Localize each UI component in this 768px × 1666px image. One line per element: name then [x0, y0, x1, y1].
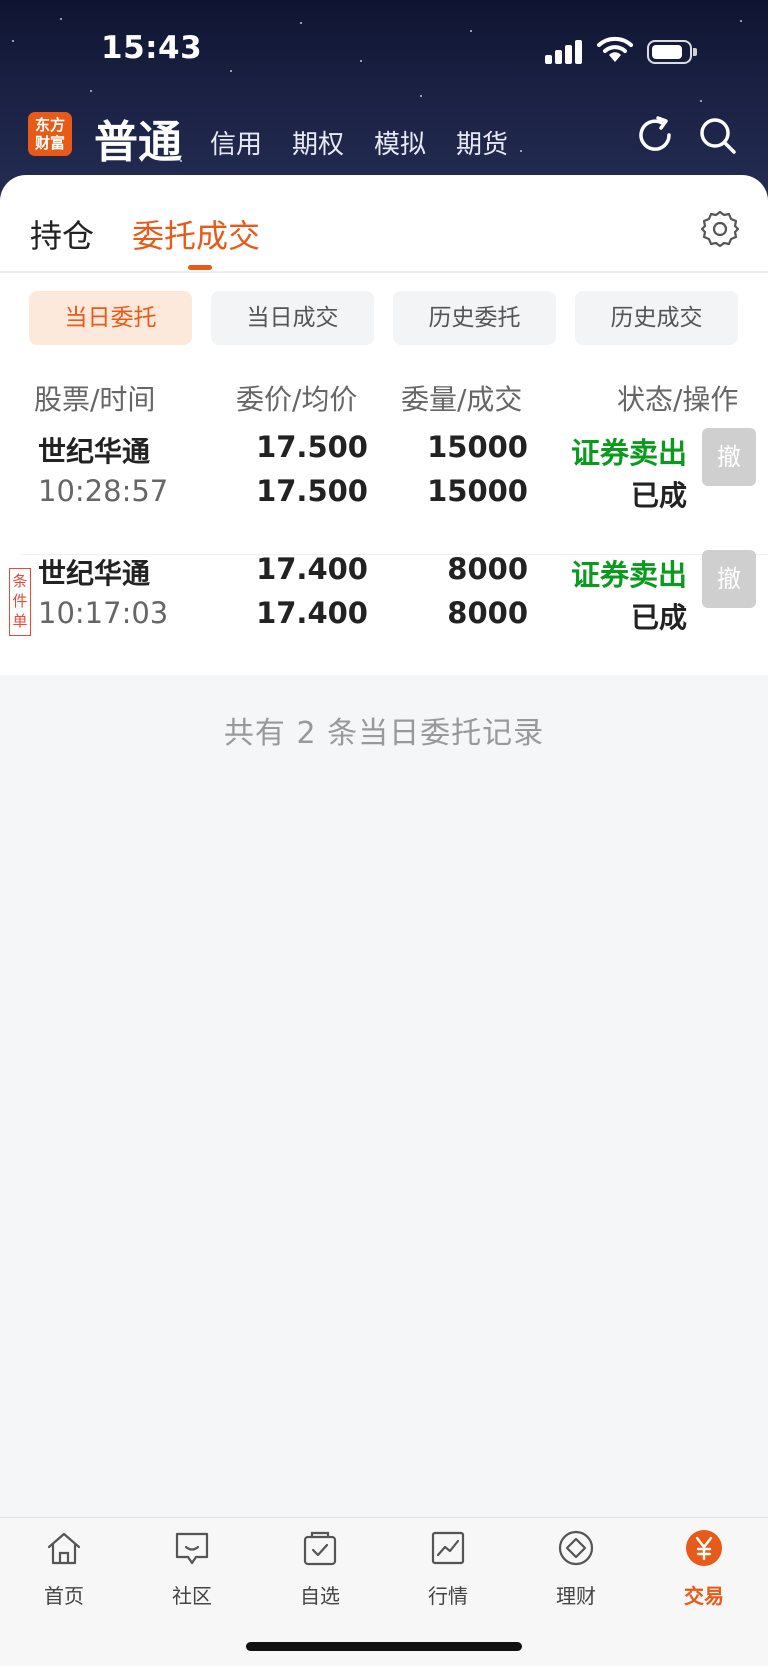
checkbag-icon: [303, 1531, 337, 1566]
cellular-signal-icon: [545, 38, 585, 64]
order-action: 证券卖出: [570, 558, 687, 592]
order-quantity: 8000: [447, 552, 528, 586]
nav-home[interactable]: 首页: [0, 1518, 128, 1618]
orders-count-summary: 共有 2 条当日委托记录: [223, 716, 545, 751]
orders-panel: 持仓 委托成交 当日委托 当日成交 历史委托 历史成交 股票/时间 委价/均价 …: [0, 175, 768, 675]
divider: [0, 271, 768, 273]
star-decoration: [420, 95, 422, 97]
search-icon[interactable]: [696, 114, 738, 156]
star-decoration: [520, 150, 522, 152]
star-decoration: [90, 90, 92, 92]
order-quantity: 15000: [427, 430, 528, 464]
column-header-stock-time: 股票/时间: [34, 383, 156, 416]
star-decoration: [470, 30, 472, 32]
star-decoration: [60, 18, 62, 20]
subtab-today-orders[interactable]: 当日委托: [29, 291, 192, 345]
filled-quantity: 15000: [427, 474, 528, 508]
account-tab-normal[interactable]: 普通: [94, 106, 182, 170]
star-decoration: [740, 20, 742, 22]
star-decoration: [360, 60, 362, 62]
gear-icon[interactable]: [700, 209, 740, 249]
wifi-icon: [597, 36, 633, 62]
nav-wealth[interactable]: 理财: [512, 1518, 640, 1618]
nav-label: 自选: [300, 1584, 340, 1608]
status-bar-time: 15:43: [101, 30, 203, 66]
account-tab-credit[interactable]: 信用: [210, 124, 262, 161]
stock-name: 世纪华通: [38, 435, 151, 468]
nav-trade[interactable]: 交易: [640, 1518, 768, 1618]
column-header-status: 状态/操作: [617, 383, 739, 416]
yuan-icon: [686, 1530, 722, 1566]
home-icon: [47, 1532, 81, 1565]
account-tab-options[interactable]: 期权: [292, 124, 344, 161]
app-logo: 东方 财富: [28, 112, 72, 156]
order-time: 10:17:03: [38, 596, 169, 630]
star-decoration: [12, 40, 14, 42]
chart-icon: [431, 1531, 465, 1565]
active-tab-indicator: [188, 265, 212, 270]
subtab-history-trades[interactable]: 历史成交: [575, 291, 738, 345]
nav-watchlist[interactable]: 自选: [256, 1518, 384, 1618]
order-price: 17.500: [256, 430, 368, 464]
tab-orders-trades[interactable]: 委托成交: [132, 211, 260, 257]
order-price: 17.400: [256, 552, 368, 586]
refresh-icon[interactable]: [634, 114, 676, 156]
star-decoration: [230, 70, 232, 72]
order-status: 已成: [630, 479, 687, 512]
star-decoration: [700, 100, 702, 102]
account-tab-simulated[interactable]: 模拟: [374, 124, 426, 161]
tab-holdings[interactable]: 持仓: [30, 211, 94, 257]
subtab-history-orders[interactable]: 历史委托: [393, 291, 556, 345]
nav-community[interactable]: 社区: [128, 1518, 256, 1618]
nav-label: 交易: [684, 1584, 724, 1608]
column-header-quantity: 委量/成交: [401, 383, 523, 416]
order-row[interactable]: 条件单 世纪华通 10:17:03 17.400 17.400 8000 800…: [0, 542, 768, 664]
top-header: 15:43 东方 财富 普通 信用 期权 模拟 期货: [0, 0, 768, 200]
nav-label: 社区: [172, 1584, 212, 1608]
nav-label: 行情: [428, 1584, 468, 1608]
order-row[interactable]: 世纪华通 10:28:57 17.500 17.500 15000 15000 …: [0, 420, 768, 542]
order-time: 10:28:57: [38, 474, 169, 508]
cancel-order-button[interactable]: 撤: [702, 428, 756, 486]
cancel-order-button[interactable]: 撤: [702, 550, 756, 608]
diamond-icon: [558, 1530, 594, 1566]
order-status: 已成: [630, 601, 687, 634]
avg-price: 17.400: [256, 596, 368, 630]
nav-label: 理财: [556, 1584, 596, 1608]
conditional-order-tag: 条件单: [9, 568, 31, 636]
star-decoration: [300, 22, 302, 24]
account-tab-futures[interactable]: 期货: [456, 124, 508, 161]
home-indicator[interactable]: [246, 1642, 522, 1651]
subtab-today-trades[interactable]: 当日成交: [211, 291, 374, 345]
nav-market[interactable]: 行情: [384, 1518, 512, 1618]
stock-name: 世纪华通: [38, 557, 151, 590]
avg-price: 17.500: [256, 474, 368, 508]
filled-quantity: 8000: [447, 596, 528, 630]
column-header-price: 委价/均价: [236, 383, 358, 416]
nav-label: 首页: [44, 1584, 84, 1608]
order-action: 证券卖出: [570, 436, 687, 470]
chat-icon: [175, 1532, 209, 1565]
battery-icon: [647, 40, 697, 64]
